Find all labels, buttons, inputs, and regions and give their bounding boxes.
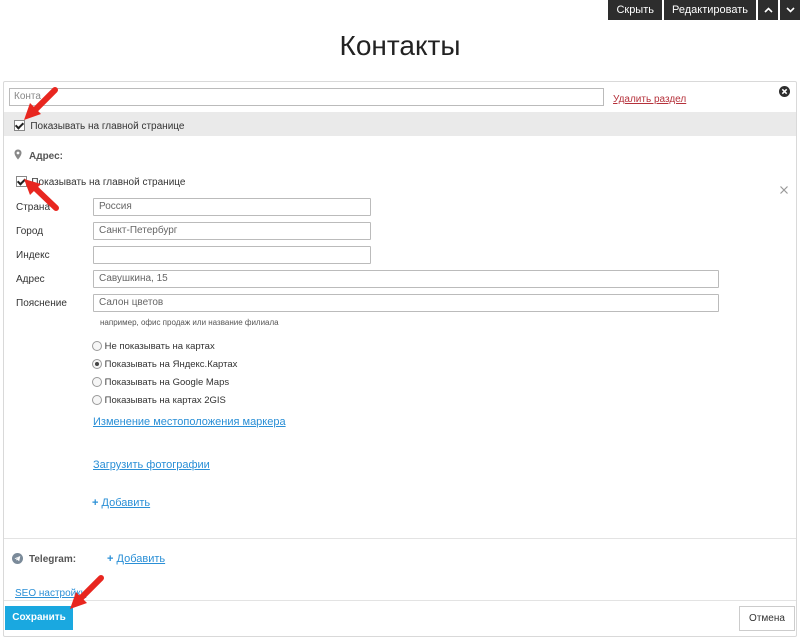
move-up-button[interactable] [758, 0, 778, 20]
edit-button[interactable]: Редактировать [664, 0, 756, 20]
delete-section-link[interactable]: Удалить раздел [613, 94, 686, 105]
telegram-label: Telegram: [29, 554, 77, 565]
radio-button[interactable] [92, 395, 102, 406]
map-option-none[interactable]: Не показывать на картах [92, 341, 215, 352]
top-toolbar: Скрыть Редактировать [608, 0, 800, 20]
map-option-label: Показывать на картах 2GIS [104, 395, 226, 406]
map-option-label: Не показывать на картах [104, 341, 215, 352]
plus-icon: + [92, 497, 99, 509]
address-heading: Адрес: [29, 151, 63, 162]
postcode-input[interactable] [93, 246, 371, 264]
telegram-icon [12, 553, 23, 564]
country-input[interactable]: Россия [93, 198, 371, 216]
map-option-label: Показывать на Яндекс.Картах [104, 359, 238, 370]
contacts-section-panel: Конта Удалить раздел Показывать на главн… [3, 81, 797, 637]
close-section-icon[interactable] [779, 86, 790, 97]
cancel-button[interactable]: Отмена [739, 606, 795, 631]
hide-button[interactable]: Скрыть [608, 0, 662, 20]
divider [4, 538, 796, 539]
map-option-label: Показывать на Google Maps [104, 377, 230, 388]
annotation-arrow-icon [24, 179, 59, 211]
radio-button[interactable] [92, 377, 102, 388]
section-title-input[interactable]: Конта [9, 88, 604, 106]
address-add-row[interactable]: + Добавить [92, 497, 150, 509]
map-option-google[interactable]: Показывать на Google Maps [92, 377, 229, 388]
change-marker-link[interactable]: Изменение местоположения маркера [93, 416, 286, 428]
address-add-link[interactable]: Добавить [102, 497, 151, 509]
note-hint: например, офис продаж или название филиа… [100, 318, 279, 327]
radio-button[interactable] [92, 341, 102, 352]
close-address-icon[interactable] [780, 186, 788, 194]
city-label: Город [16, 226, 44, 237]
note-input[interactable]: Салон цветов [93, 294, 719, 312]
move-down-button[interactable] [780, 0, 800, 20]
page-title: Контакты [339, 30, 461, 61]
telegram-add-link[interactable]: Добавить [117, 553, 166, 565]
map-option-yandex[interactable]: Показывать на Яндекс.Картах [92, 359, 237, 370]
telegram-add-row[interactable]: + Добавить [107, 553, 165, 565]
street-input[interactable]: Савушкина, 15 [93, 270, 719, 288]
annotation-arrow-icon [70, 575, 104, 609]
save-button[interactable]: Сохранить [5, 606, 73, 630]
chevron-up-icon [763, 7, 773, 13]
location-pin-icon [14, 149, 22, 160]
annotation-arrow-icon [24, 87, 58, 120]
divider [4, 600, 796, 601]
note-label: Пояснение [16, 298, 67, 309]
street-label: Адрес [16, 274, 45, 285]
postcode-label: Индекс [16, 250, 50, 261]
chevron-down-icon [785, 7, 795, 13]
map-option-2gis[interactable]: Показывать на картах 2GIS [92, 395, 226, 406]
city-input[interactable]: Санкт-Петербург [93, 222, 371, 240]
plus-icon: + [107, 553, 114, 565]
upload-photos-link[interactable]: Загрузить фотографии [93, 459, 210, 471]
radio-button-selected[interactable] [92, 359, 102, 370]
section-show-main-label: Показывать на главной странице [30, 121, 185, 132]
